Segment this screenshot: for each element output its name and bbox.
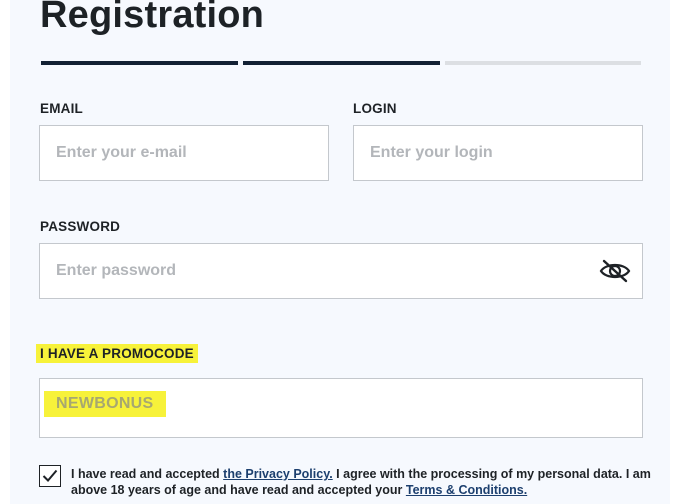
consent-text: I have read and accepted the Privacy Pol… (71, 466, 651, 498)
password-field[interactable] (56, 244, 598, 298)
promocode-label-text: I HAVE A PROMOCODE (36, 344, 198, 363)
checkmark-icon (42, 469, 58, 482)
email-field[interactable] (56, 126, 284, 180)
login-field-box (353, 125, 643, 181)
promocode-field[interactable]: NEWBONUS (39, 378, 643, 438)
progress-step-3 (445, 61, 641, 65)
promocode-label[interactable]: I HAVE A PROMOCODE (36, 344, 198, 363)
consent-checkbox[interactable] (39, 465, 61, 487)
promocode-value: NEWBONUS (44, 391, 166, 417)
privacy-policy-link[interactable]: the Privacy Policy. (223, 467, 333, 481)
progress-step-1 (41, 61, 238, 65)
login-field[interactable] (370, 126, 598, 180)
password-field-box (39, 243, 643, 299)
email-field-box (39, 125, 329, 181)
terms-conditions-link[interactable]: Terms & Conditions. (406, 483, 527, 497)
progress-step-2 (243, 61, 440, 65)
page-title: Registration (40, 0, 265, 36)
email-label: EMAIL (40, 101, 83, 116)
password-label: PASSWORD (40, 219, 121, 234)
eye-slash-icon[interactable] (598, 258, 632, 284)
consent-text-part-1: I have read and accepted (71, 467, 224, 481)
login-label: LOGIN (353, 101, 397, 116)
